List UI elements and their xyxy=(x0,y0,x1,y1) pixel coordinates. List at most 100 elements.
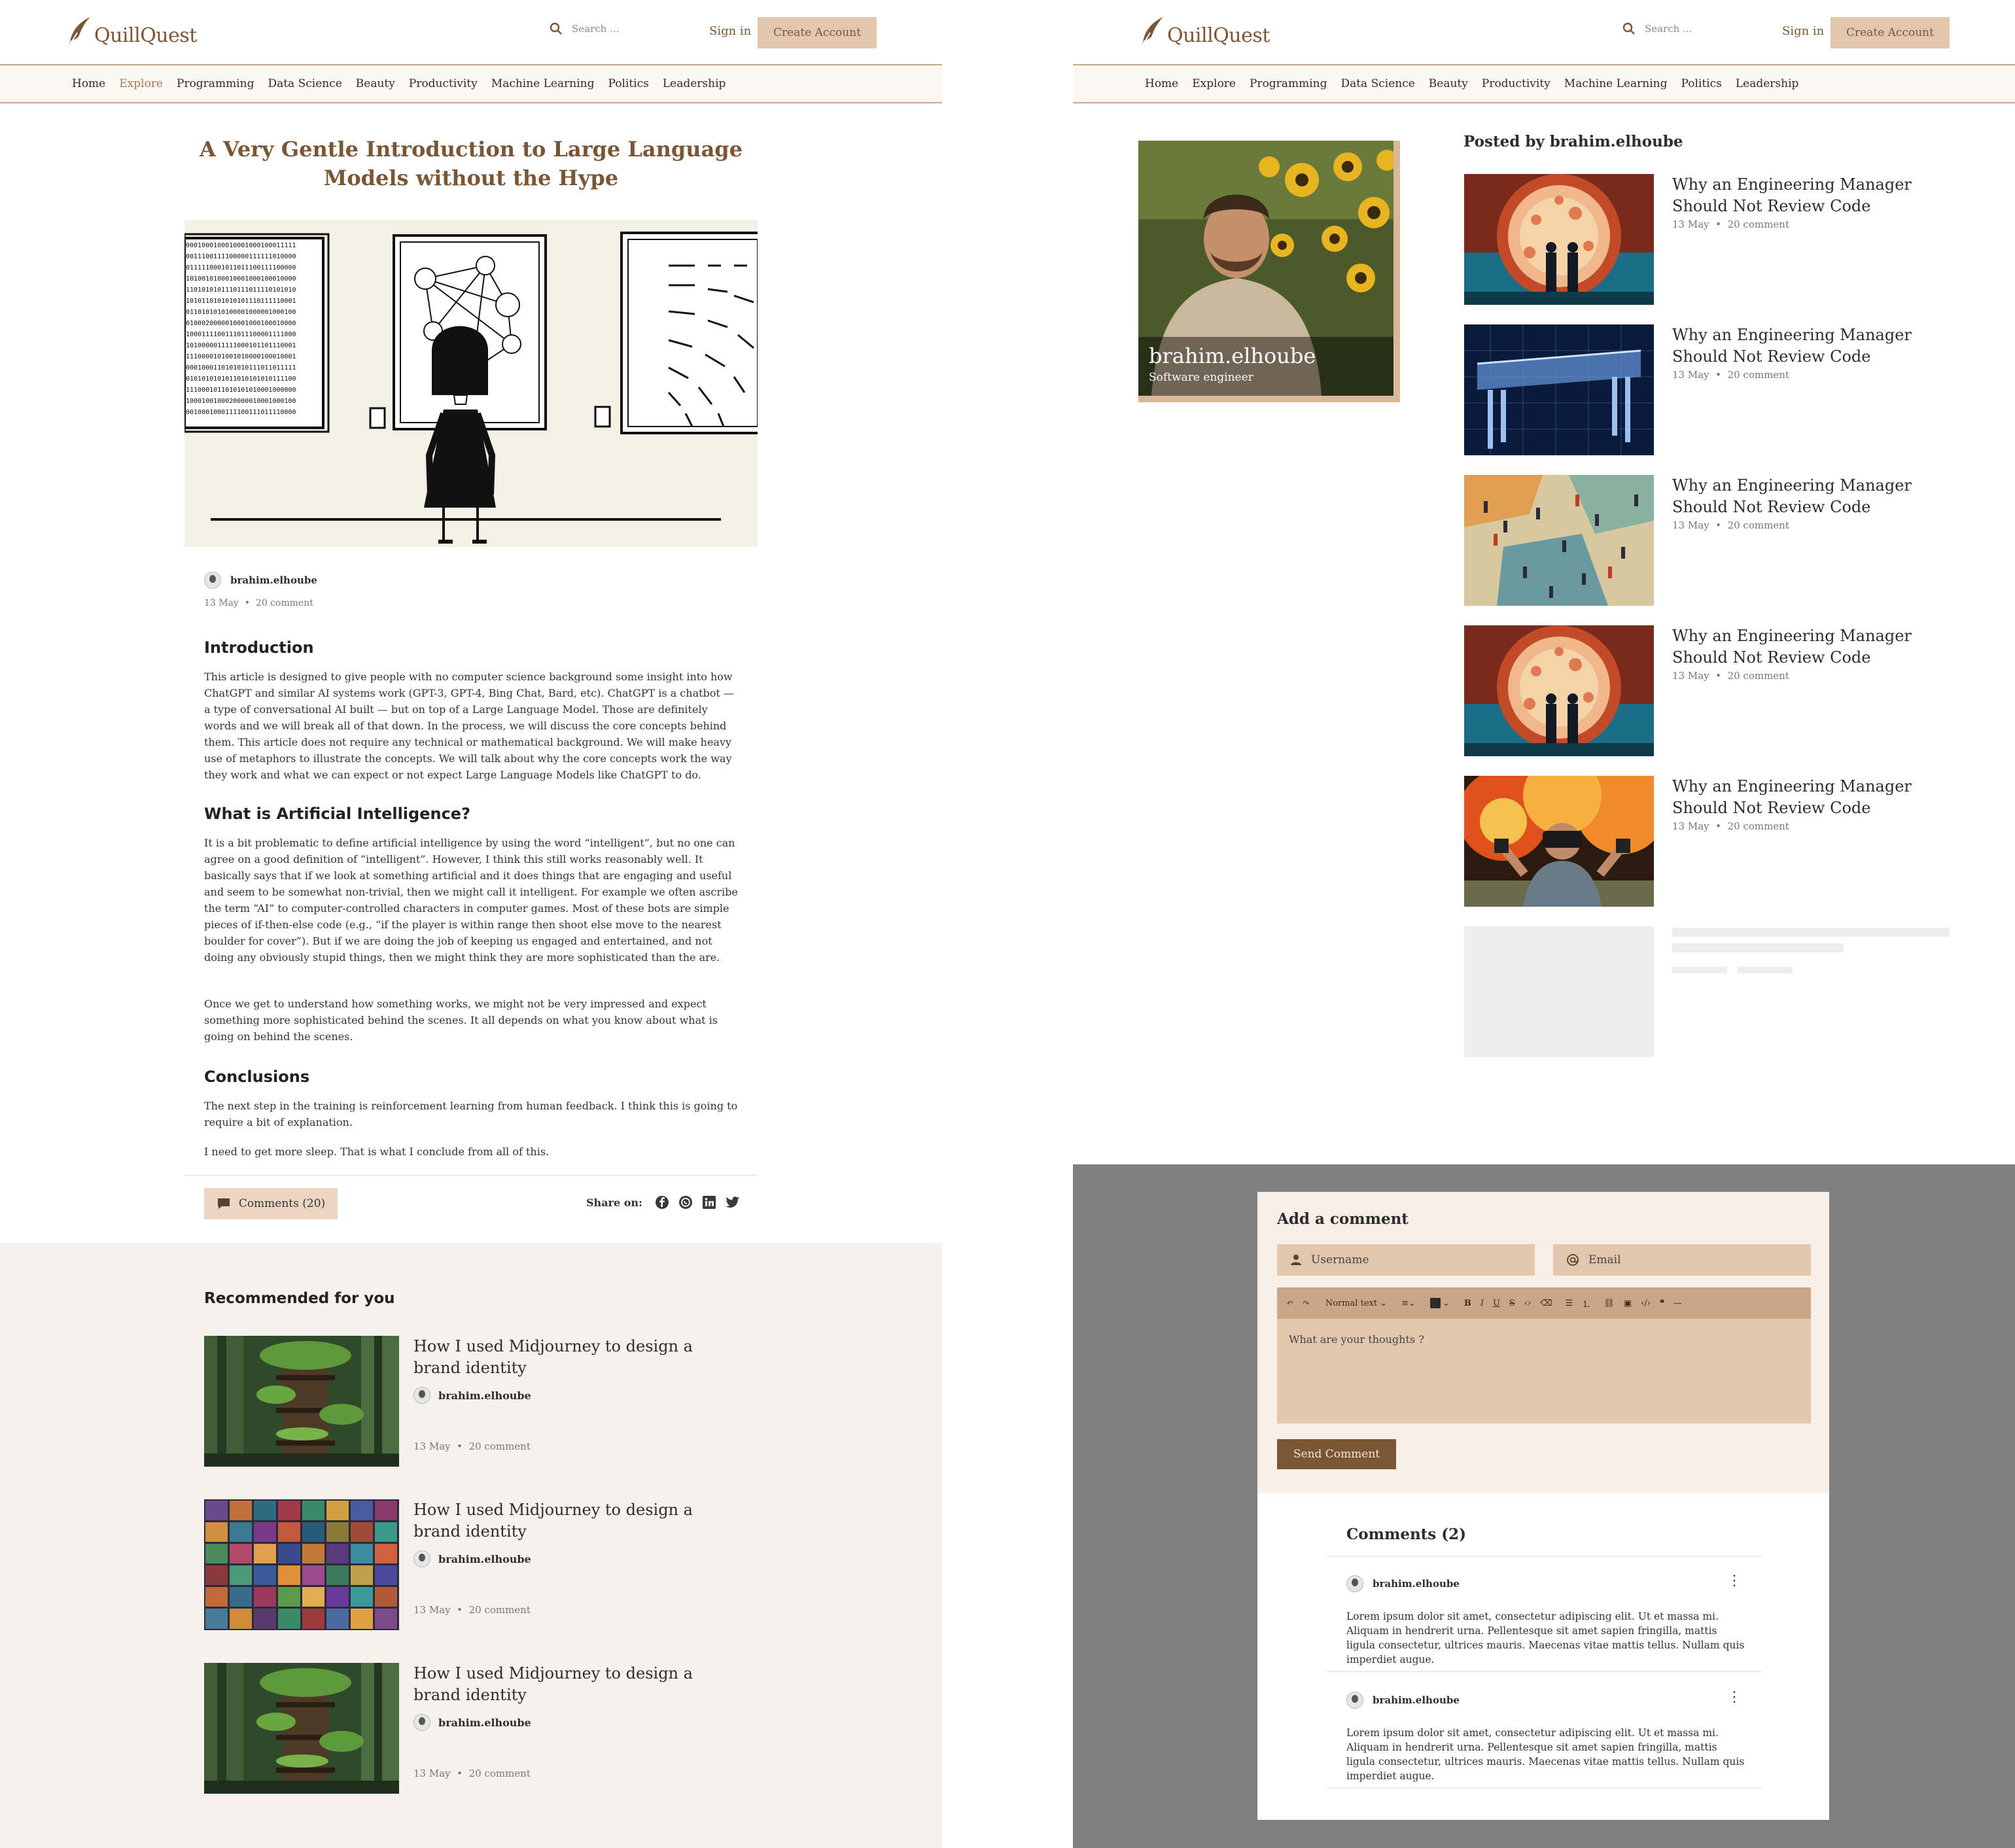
facebook-icon[interactable] xyxy=(654,1194,670,1210)
nav-item-leadership[interactable]: Leadership xyxy=(663,77,726,90)
nav-item-beauty[interactable]: Beauty xyxy=(356,77,395,90)
brand-name: QuillQuest xyxy=(1167,24,1270,47)
nav-item-programming[interactable]: Programming xyxy=(177,77,254,90)
text-style-select[interactable]: Normal text ⌄ xyxy=(1325,1299,1387,1308)
nav-item-home[interactable]: Home xyxy=(72,77,105,90)
post-title[interactable]: Why an Engineering Manager Should Not Re… xyxy=(1672,625,1963,669)
comment-editor[interactable]: What are your thoughts ? xyxy=(1277,1319,1811,1423)
recommended-card[interactable]: How I used Midjourney to design a brand … xyxy=(204,1336,727,1469)
search-box[interactable]: Search ... xyxy=(550,22,619,35)
nav-item-home[interactable]: Home xyxy=(1145,77,1178,90)
recommended-meta: 13 May • 20 comment xyxy=(413,1604,531,1616)
portal-two-men-image xyxy=(1464,174,1654,305)
sign-in-link[interactable]: Sign in xyxy=(1782,24,1824,38)
nav-item-beauty[interactable]: Beauty xyxy=(1429,77,1468,90)
comment-author[interactable]: brahim.elhoube xyxy=(1346,1692,1460,1709)
recommended-card[interactable]: How I used Midjourney to design a brand … xyxy=(204,1663,727,1796)
recommended-title[interactable]: How I used Midjourney to design a brand … xyxy=(413,1499,727,1543)
recommended-author[interactable]: brahim.elhoube xyxy=(413,1550,531,1567)
post-title[interactable]: Why an Engineering Manager Should Not Re… xyxy=(1672,174,1963,217)
undo-icon[interactable]: ↶ xyxy=(1286,1299,1293,1308)
nav-item-machine-learning[interactable]: Machine Learning xyxy=(1564,77,1668,90)
post-meta: 13 May • 20 comment xyxy=(1672,218,1789,230)
underline-icon[interactable]: U xyxy=(1493,1299,1500,1308)
sign-in-link[interactable]: Sign in xyxy=(709,24,751,38)
line-spacing-icon[interactable]: ≡⌄ xyxy=(1401,1299,1416,1308)
article-meta: 13 May • 20 comment xyxy=(204,598,313,608)
article-header: QuillQuest Search ... Sign in Create Acc… xyxy=(0,0,942,65)
more-options-icon[interactable]: ⋮ xyxy=(1727,1574,1742,1588)
send-comment-button[interactable]: Send Comment xyxy=(1277,1439,1396,1469)
post-title[interactable]: Why an Engineering Manager Should Not Re… xyxy=(1672,475,1963,518)
section-heading: What is Artificial Intelligence? xyxy=(204,805,470,823)
email-field[interactable]: Email xyxy=(1553,1244,1811,1276)
nav-item-data-science[interactable]: Data Science xyxy=(268,77,342,90)
nav-item-productivity[interactable]: Productivity xyxy=(409,77,478,90)
post-comments: 20 comment xyxy=(1727,218,1789,230)
image-icon[interactable]: ▣ xyxy=(1624,1299,1632,1308)
post-card[interactable]: Why an Engineering Manager Should Not Re… xyxy=(1464,174,1963,306)
create-account-button[interactable]: Create Account xyxy=(1831,17,1950,48)
svg-text:1101010101110111011110101010: 1101010101110111011110101010 xyxy=(186,287,296,294)
recommended-author[interactable]: brahim.elhoube xyxy=(413,1387,531,1404)
nav-item-explore[interactable]: Explore xyxy=(119,77,163,90)
svg-text:0010001000111100111011110000: 0010001000111100111011110000 xyxy=(186,409,296,416)
redo-icon[interactable]: ↷ xyxy=(1303,1299,1310,1308)
numbered-list-icon[interactable]: ⒈ xyxy=(1582,1297,1590,1310)
nav-item-explore[interactable]: Explore xyxy=(1192,77,1236,90)
nav-item-politics[interactable]: Politics xyxy=(1681,77,1721,90)
comment-author[interactable]: brahim.elhoube xyxy=(1346,1575,1460,1592)
avatar xyxy=(1346,1575,1363,1592)
recommended-author[interactable]: brahim.elhoube xyxy=(413,1714,531,1731)
color-picker-icon[interactable]: ⌄ xyxy=(1429,1298,1450,1308)
strikethrough-icon[interactable]: S xyxy=(1509,1299,1515,1308)
author-name: brahim.elhoube xyxy=(1373,1694,1460,1706)
horizontal-rule-icon[interactable]: — xyxy=(1673,1299,1682,1308)
post-date: 13 May xyxy=(1672,218,1709,230)
code-block-icon[interactable]: ‹/› xyxy=(1641,1299,1651,1308)
article-author[interactable]: brahim.elhoube xyxy=(204,572,317,589)
quote-icon[interactable]: ❝ xyxy=(1660,1299,1664,1308)
search-input[interactable]: Search ... xyxy=(572,23,619,35)
whatsapp-icon[interactable] xyxy=(678,1194,693,1210)
editor-toolbar: ↶ ↷ Normal text ⌄ ≡⌄ ⌄ B I U S ‹› ⌫ ☰ ⒈ … xyxy=(1277,1287,1811,1319)
comment-text: Lorem ipsum dolor sit amet, consectetur … xyxy=(1346,1611,1745,1665)
comment-text: Lorem ipsum dolor sit amet, consectetur … xyxy=(1346,1727,1745,1782)
code-icon[interactable]: ‹› xyxy=(1524,1299,1531,1308)
brand-name: QuillQuest xyxy=(94,24,197,47)
nav-item-productivity[interactable]: Productivity xyxy=(1482,77,1551,90)
bold-icon[interactable]: B xyxy=(1464,1299,1471,1308)
post-card[interactable]: Why an Engineering Manager Should Not Re… xyxy=(1464,776,1963,908)
nav-item-machine-learning[interactable]: Machine Learning xyxy=(491,77,595,90)
post-title[interactable]: Why an Engineering Manager Should Not Re… xyxy=(1672,324,1963,368)
post-card[interactable]: Why an Engineering Manager Should Not Re… xyxy=(1464,324,1963,457)
nav-item-leadership[interactable]: Leadership xyxy=(1736,77,1799,90)
brand-logo[interactable]: QuillQuest xyxy=(1137,14,1270,47)
recommended-card[interactable]: How I used Midjourney to design a brand … xyxy=(204,1499,727,1633)
create-account-button[interactable]: Create Account xyxy=(758,17,877,48)
italic-icon[interactable]: I xyxy=(1481,1299,1484,1308)
recommended-title[interactable]: How I used Midjourney to design a brand … xyxy=(413,1336,727,1379)
post-card[interactable]: Why an Engineering Manager Should Not Re… xyxy=(1464,475,1963,607)
section-paragraph: It is a bit problematic to define artifi… xyxy=(204,837,738,964)
nav-item-data-science[interactable]: Data Science xyxy=(1340,77,1414,90)
post-card[interactable]: Why an Engineering Manager Should Not Re… xyxy=(1464,625,1963,758)
nav-item-politics[interactable]: Politics xyxy=(608,77,648,90)
recommended-title[interactable]: How I used Midjourney to design a brand … xyxy=(413,1663,727,1706)
link-icon[interactable]: ⛓ xyxy=(1603,1299,1615,1308)
brand-logo[interactable]: QuillQuest xyxy=(64,14,197,47)
treehouse-forest-image xyxy=(204,1336,399,1467)
email-placeholder: Email xyxy=(1588,1253,1621,1266)
search-input[interactable]: Search ... xyxy=(1645,23,1692,35)
post-title[interactable]: Why an Engineering Manager Should Not Re… xyxy=(1672,776,1963,819)
linkedin-icon[interactable] xyxy=(701,1194,717,1210)
twitter-icon[interactable] xyxy=(725,1194,741,1210)
more-options-icon[interactable]: ⋮ xyxy=(1727,1690,1742,1705)
search-box[interactable]: Search ... xyxy=(1622,22,1692,35)
bullet-list-icon[interactable]: ☰ xyxy=(1566,1299,1573,1308)
nav-item-programming[interactable]: Programming xyxy=(1250,77,1327,90)
clear-format-icon[interactable]: ⌫ xyxy=(1540,1299,1552,1308)
username-field[interactable]: Username xyxy=(1277,1244,1535,1276)
recommended-meta: 13 May • 20 comment xyxy=(413,1440,531,1452)
comments-button[interactable]: Comments (20) xyxy=(204,1188,338,1219)
